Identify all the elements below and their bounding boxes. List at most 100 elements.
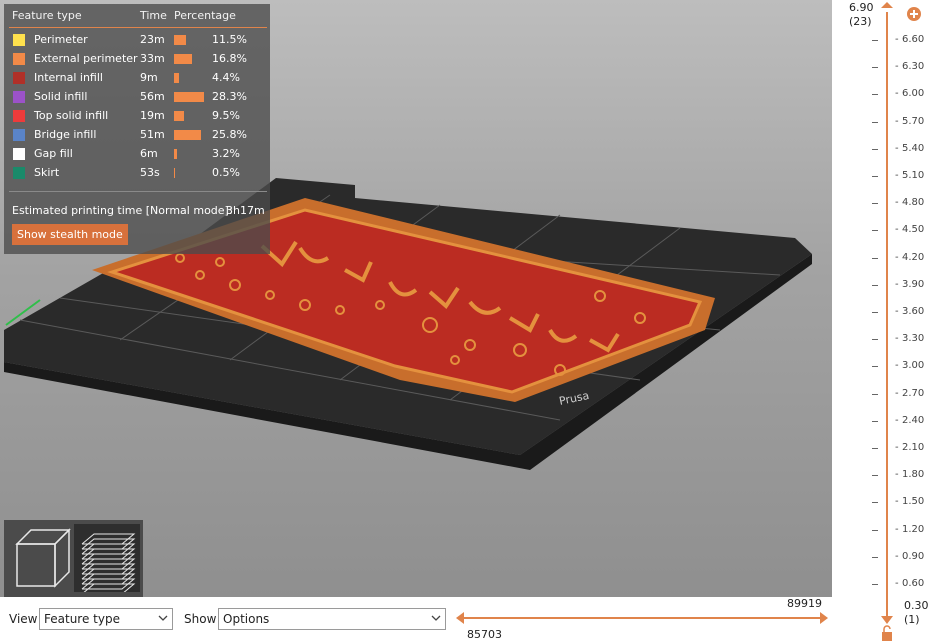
slider-tick-label: 6.60 [902, 34, 925, 45]
3d-preview-viewport[interactable]: Prusa Feature type Time Percentage Perim… [0, 0, 832, 597]
slider-tick-mark [872, 420, 878, 422]
preview-button[interactable] [74, 524, 140, 595]
slider-tick-dash: - [895, 278, 899, 290]
slider-tick-dash: - [895, 523, 899, 535]
legend-color-swatch [13, 148, 25, 160]
slider-tick-label: 1.20 [902, 523, 925, 535]
slider-tick-dash: - [895, 387, 899, 399]
slider-tick-dash: - [895, 550, 899, 562]
horizontal-slider-min: 85703 [467, 628, 502, 641]
lock-icon[interactable] [882, 625, 892, 641]
legend-feature-percentage: 4.4% [212, 71, 240, 84]
legend-feature-time: 56m [140, 90, 165, 103]
slider-tick-dash: - [895, 142, 899, 154]
view-toggle-group [4, 520, 143, 597]
legend-feature-name: Bridge infill [34, 128, 97, 141]
slider-tick-mark [872, 393, 878, 395]
slider-tick-dash: - [895, 360, 899, 372]
slider-tick-mark [872, 284, 878, 286]
slider-tick-label: 0.90 [902, 550, 925, 562]
top-thumb-icon[interactable] [907, 7, 921, 21]
slider-tick-dash: - [895, 115, 899, 127]
show-label: Show [184, 612, 217, 626]
legend-feature-percentage: 11.5% [212, 33, 247, 46]
layer-slider-panel: 6.90 (23) 6.60-6.30-6.00-5.70-5.40-5.10-… [832, 0, 929, 643]
slider-tick-dash: - [895, 578, 899, 589]
time-header: Time [140, 9, 167, 22]
slider-tick-mark [872, 502, 878, 504]
slider-tick-mark [872, 176, 878, 177]
slider-tick-mark [872, 339, 878, 341]
slider-tick-label: 4.50 [902, 224, 925, 236]
legend-row: Top solid infill 19m 9.5% [4, 108, 270, 127]
view-select-value: Feature type [44, 612, 120, 626]
slider-tick-mark [872, 448, 878, 449]
legend-feature-name: Solid infill [34, 90, 88, 103]
legend-feature-name: Top solid infill [34, 109, 109, 122]
slider-tick-label: 1.80 [902, 469, 925, 481]
percentage-header: Percentage [174, 9, 236, 22]
slider-tick-label: 0.60 [902, 578, 925, 589]
3d-view-button[interactable] [7, 524, 73, 592]
view-type-select[interactable]: Feature type [39, 608, 173, 630]
legend-feature-time: 53s [140, 166, 160, 179]
slider-tick-label: 6.00 [902, 88, 925, 100]
slider-tick-dash: - [895, 170, 899, 181]
legend-feature-time: 6m [140, 147, 158, 160]
legend-row: Internal infill 9m 4.4% [4, 70, 270, 89]
slider-tick-mark [872, 203, 878, 205]
legend-feature-name: Internal infill [34, 71, 103, 84]
slider-tick-dash: - [895, 442, 899, 453]
show-options-select[interactable]: Options [218, 608, 446, 630]
legend-row: Perimeter 23m 11.5% [4, 32, 270, 51]
slider-tick-label: 5.10 [902, 170, 925, 181]
legend-row: Bridge infill 51m 25.8% [4, 127, 270, 146]
slider-tick-mark [872, 94, 878, 96]
legend-feature-name: Gap fill [34, 147, 73, 160]
slider-tick-label: 5.40 [902, 142, 925, 154]
legend-percentage-bar [174, 149, 177, 159]
slider-tick-dash: - [895, 333, 899, 345]
show-stealth-mode-button[interactable]: Show stealth mode [12, 224, 128, 245]
legend-divider [9, 191, 267, 192]
slider-tick-label: 2.10 [902, 442, 925, 453]
legend-row: Gap fill 6m 3.2% [4, 146, 270, 165]
slider-tick-dash: - [895, 469, 899, 481]
view-label: View [9, 612, 38, 626]
slider-tick-label: 4.20 [902, 251, 925, 263]
slider-tick-mark [872, 529, 878, 531]
legend-color-swatch [13, 91, 25, 103]
slider-tick-dash: - [895, 306, 899, 317]
header-divider [9, 27, 267, 28]
legend-panel: Feature type Time Percentage Perimeter 23… [4, 4, 270, 254]
slider-tick-label: 2.40 [902, 414, 925, 426]
legend-feature-time: 9m [140, 71, 158, 84]
slider-tick-dash: - [895, 197, 899, 209]
legend-color-swatch [13, 129, 25, 141]
legend-row: External perimeter 33m 16.8% [4, 51, 270, 70]
cube-icon [15, 528, 71, 588]
legend-feature-time: 19m [140, 109, 165, 122]
estimated-time-value: 3h17m [226, 204, 265, 217]
slider-tick-mark [872, 148, 878, 150]
legend-percentage-bar [174, 111, 184, 121]
legend-feature-name: Skirt [34, 166, 60, 179]
legend-row: Solid infill 56m 28.3% [4, 89, 270, 108]
legend-feature-percentage: 3.2% [212, 147, 240, 160]
horizontal-move-slider[interactable] [456, 609, 828, 627]
slider-tick-label: 6.30 [902, 61, 925, 73]
slider-tick-label: 3.90 [902, 278, 925, 290]
slider-tick-dash: - [895, 34, 899, 45]
legend-feature-percentage: 28.3% [212, 90, 247, 103]
slider-tick-label: 3.60 [902, 306, 925, 317]
slider-tick-dash: - [895, 88, 899, 100]
legend-percentage-bar [174, 92, 204, 102]
slider-tick-dash: - [895, 251, 899, 263]
legend-row: Skirt 53s 0.5% [4, 165, 270, 184]
chevron-down-icon [431, 615, 441, 621]
slider-tick-dash: - [895, 414, 899, 426]
slider-tick-label: 1.50 [902, 496, 925, 508]
legend-color-swatch [13, 34, 25, 46]
bottom-layer-height: 0.30 [904, 599, 929, 612]
slider-tick-mark [872, 67, 878, 69]
